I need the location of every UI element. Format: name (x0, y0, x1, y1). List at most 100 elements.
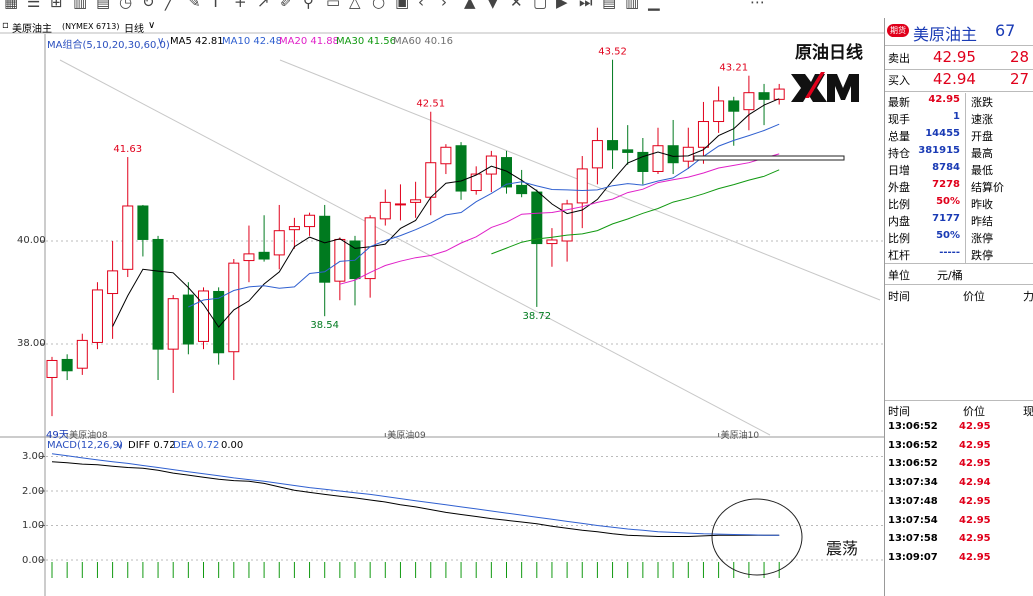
stat-divider (965, 161, 966, 178)
candle-body (46, 359, 58, 378)
candle-body (485, 155, 497, 175)
quote-panel: 期货 美原油主 67 卖出 42.95 28 买入 42.94 27 最新 42.… (884, 18, 1033, 596)
marker-box (693, 155, 845, 161)
stat-label: 比例 (888, 198, 910, 211)
candle-body (652, 145, 664, 172)
candle-body (758, 92, 770, 100)
candle-body (531, 191, 543, 245)
unit-label: 单位 (888, 269, 910, 282)
candle-body (61, 358, 73, 372)
candle-body (107, 270, 119, 295)
candle-body (501, 157, 512, 188)
stat-label-right: 跌停 (971, 249, 993, 262)
period-selector[interactable]: 日线 (124, 20, 144, 35)
macd-value: 0.00 (221, 440, 244, 451)
quote-stat-row: 外盘 7278 结算价 (885, 178, 1033, 195)
stat-label: 外盘 (888, 181, 910, 194)
stat-divider (965, 93, 966, 110)
sell-price: 42.95 (933, 48, 976, 66)
trade-time: 13:09:07 (888, 551, 938, 563)
candle-body (546, 239, 558, 245)
chevron-down-icon[interactable]: ∨ (116, 440, 123, 451)
candle-body (440, 146, 452, 165)
stat-value: 50% (936, 230, 960, 241)
ma5-value: MA5 42.81 (170, 36, 224, 47)
trade-price: 42.95 (959, 533, 991, 545)
quote-stat-row: 杠杆 ----- 跌停 (885, 246, 1033, 263)
price-extreme-label: 42.51 (416, 99, 445, 110)
candle-body (288, 226, 300, 231)
candle-body (728, 100, 740, 112)
tick-extra-header: 力 (1023, 290, 1033, 303)
candle-body (334, 238, 346, 282)
overlay-note: 震荡 (826, 539, 859, 558)
candle-body (76, 339, 88, 369)
ma20-value: MA20 41.88 (279, 36, 339, 47)
quote-symbol-code: 67 (995, 21, 1016, 40)
trade-row: 13:07:54 42.95 (885, 514, 1033, 533)
quote-stat-row: 比例 50% 涨停 (885, 229, 1033, 246)
stat-label: 现手 (888, 113, 910, 126)
stat-value: 381915 (918, 145, 960, 156)
buy-qty: 27 (1010, 70, 1030, 88)
chevron-down-icon[interactable]: ∨ (148, 20, 155, 31)
candle-body (364, 217, 376, 280)
trade-row: 13:06:52 42.95 (885, 439, 1033, 458)
trade-extra-header: 现 (1023, 405, 1033, 418)
ma10-value: MA10 42.48 (222, 36, 282, 47)
candle-body (713, 100, 725, 123)
stat-value: 1 (953, 111, 960, 122)
quote-stat-row: 比例 50% 昨收 (885, 195, 1033, 212)
stat-label: 日增 (888, 164, 910, 177)
trade-price-header: 价位 (963, 405, 985, 418)
stat-label-right: 涨跌 (971, 96, 993, 109)
sell-label: 卖出 (888, 52, 910, 65)
ma5-line (112, 98, 780, 328)
candle-body (410, 199, 422, 203)
stat-divider (965, 246, 966, 263)
candle-body (182, 294, 194, 345)
candle-body (425, 162, 437, 198)
macd-axis-label: 1.00 (22, 520, 45, 531)
macd-axis-label: 3.00 (22, 451, 45, 462)
chevron-down-icon[interactable]: ∨ (157, 36, 164, 47)
trade-row: 13:07:34 42.94 (885, 476, 1033, 495)
stat-divider (965, 195, 966, 212)
stat-label-right: 昨结 (971, 215, 993, 228)
trade-row: 13:06:52 42.95 (885, 457, 1033, 476)
unit-row: 单位 元/桶 (885, 266, 1033, 283)
stat-value: 7278 (932, 179, 960, 190)
dea-line (51, 453, 780, 536)
macd-legend: MACD(12,26,9) ∨ DIFF 0.72 DEA 0.72 0.00 (0, 440, 880, 454)
stat-value: 8784 (932, 162, 960, 173)
trade-row: 13:07:58 42.95 (885, 532, 1033, 551)
stat-label-right: 最高 (971, 147, 993, 160)
trade-row: 13:09:07 42.95 (885, 551, 1033, 570)
trade-price: 42.95 (959, 458, 991, 470)
trade-price: 42.95 (959, 495, 991, 507)
trade-price: 42.94 (959, 477, 991, 489)
candle-body (243, 253, 255, 262)
buy-row[interactable]: 买入 42.94 27 (885, 70, 1033, 90)
ma20-line (339, 153, 780, 285)
stat-label-right: 涨停 (971, 232, 993, 245)
candle-body (697, 121, 709, 148)
trade-time: 13:06:52 (888, 439, 938, 451)
trade-time-header: 时间 (888, 405, 910, 418)
stat-divider (965, 178, 966, 195)
stat-value: 42.95 (928, 94, 960, 105)
window-square-icon: ▫ (2, 20, 9, 31)
candle-body (379, 201, 391, 220)
stat-label: 总量 (888, 130, 910, 143)
tick-header: 时间 价位 力 (885, 287, 1033, 304)
candle-body (137, 205, 149, 240)
futures-badge: 期货 (887, 24, 909, 37)
sell-row[interactable]: 卖出 42.95 28 (885, 48, 1033, 68)
macd-selector[interactable]: MACD(12,26,9) (47, 440, 123, 451)
kline-chart[interactable]: 41.6342.5143.5243.2138.5438.72 (0, 0, 884, 596)
trade-header: 时间 价位 现 (885, 402, 1033, 419)
symbol-name: 美原油主 (12, 24, 52, 35)
ma-group-selector[interactable]: MA组合(5,10,20,30,60,0) (47, 36, 170, 51)
price-extreme-label: 41.63 (113, 144, 142, 155)
trade-time: 13:06:52 (888, 421, 938, 432)
